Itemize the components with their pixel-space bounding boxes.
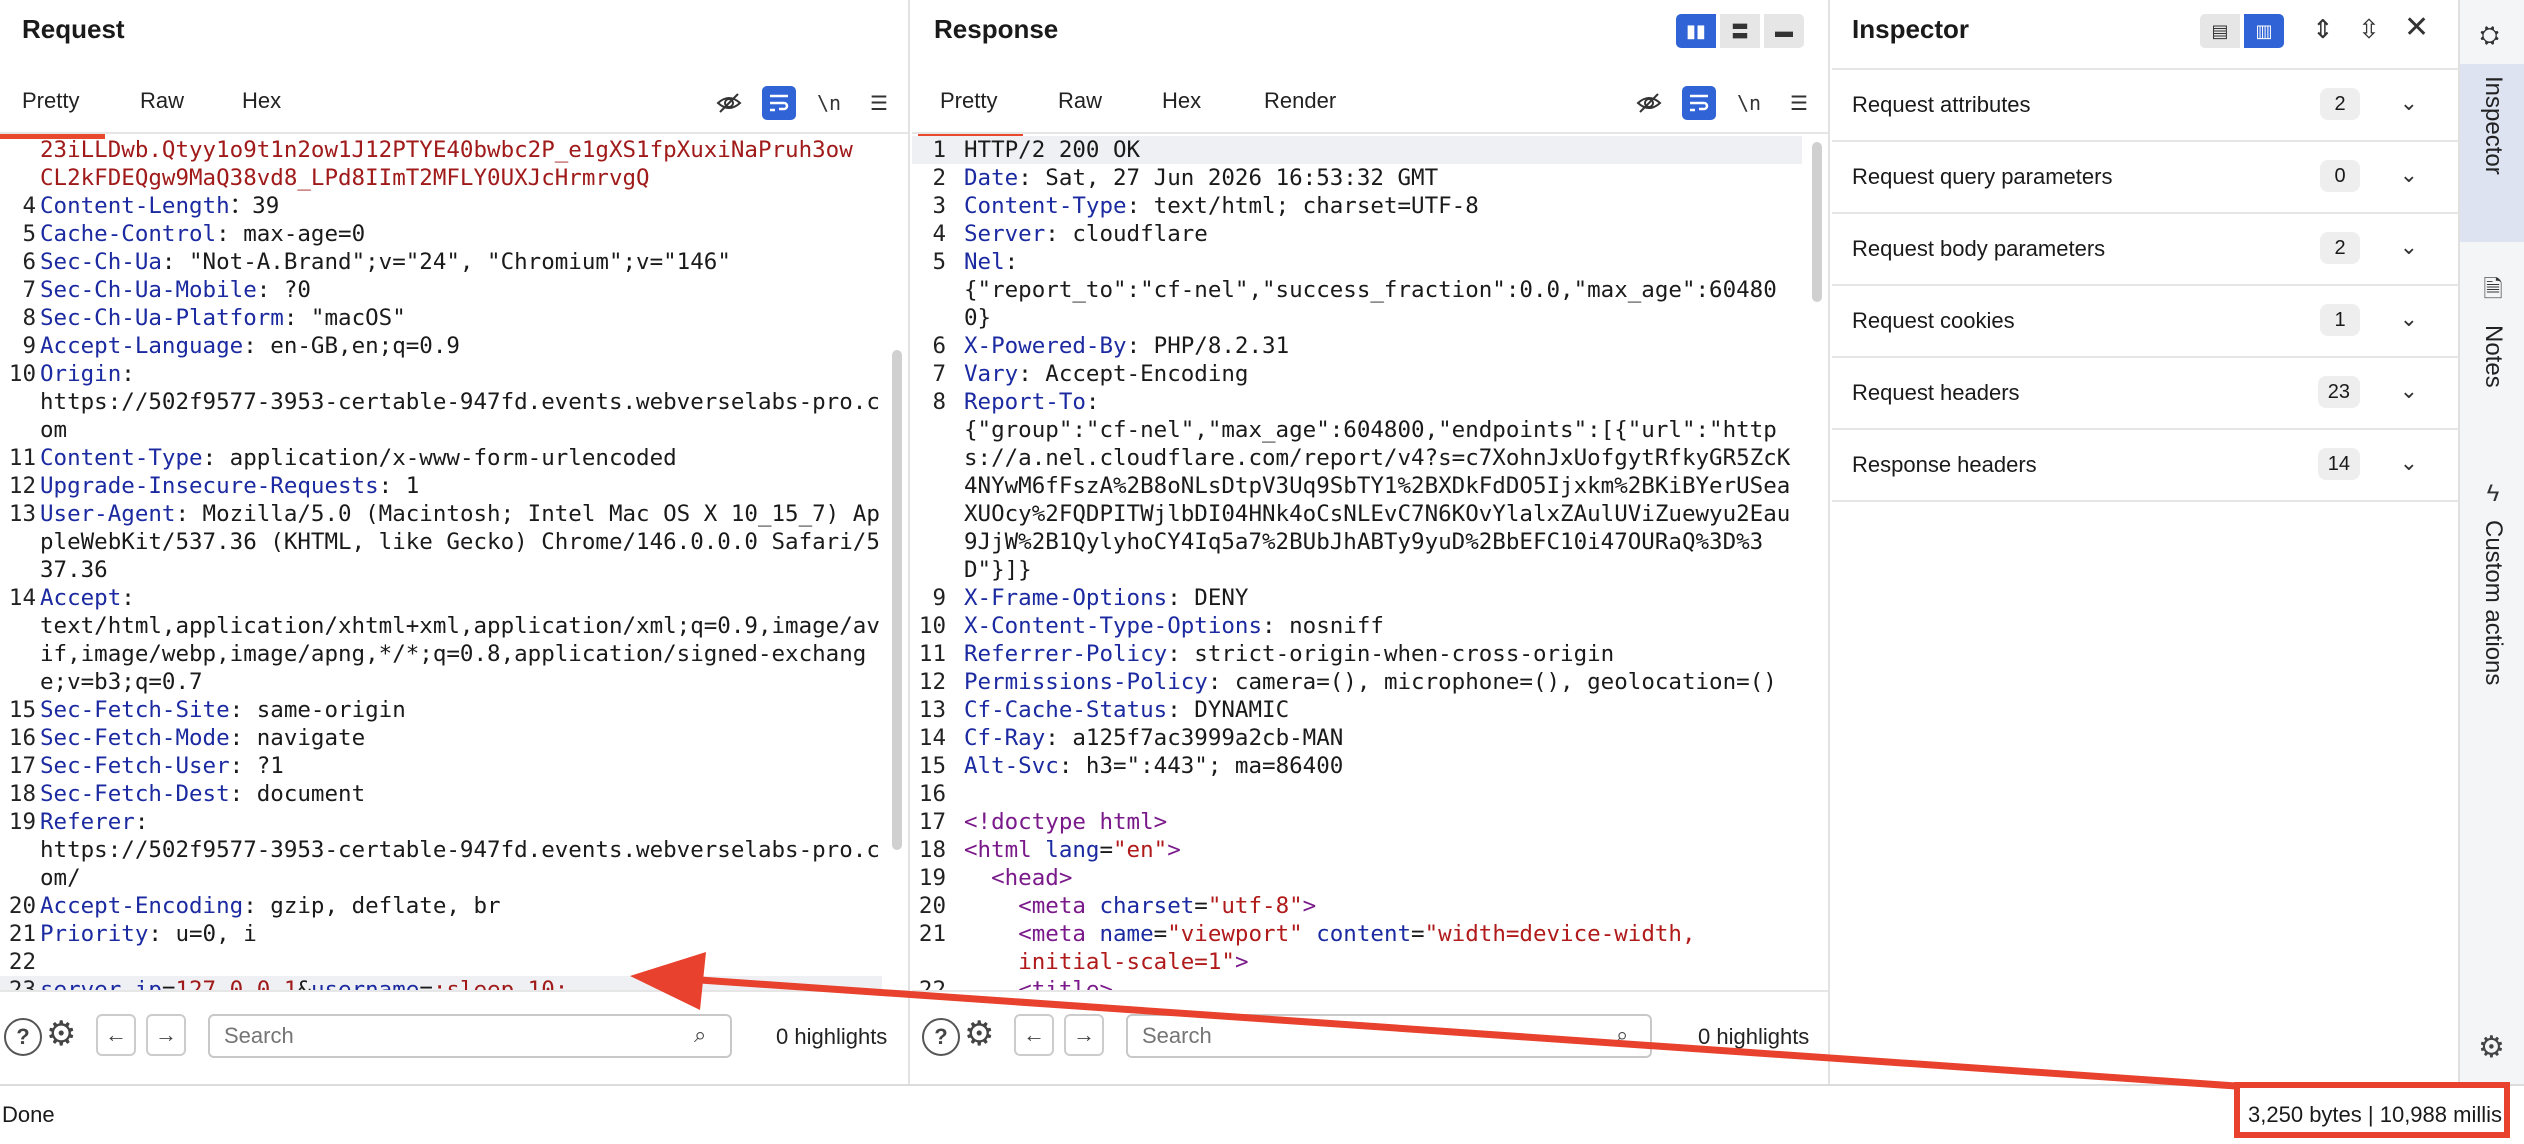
burp-repeater-window: Request Pretty Raw Hex \n ☰ 23iLLDwb.Qty… <box>0 0 2524 1144</box>
annotation-arrow-line <box>699 976 2237 1090</box>
annotation-arrow-head <box>630 952 706 1010</box>
annotation-arrow <box>630 952 2237 1090</box>
annotation-highlight-box <box>2234 1082 2510 1138</box>
